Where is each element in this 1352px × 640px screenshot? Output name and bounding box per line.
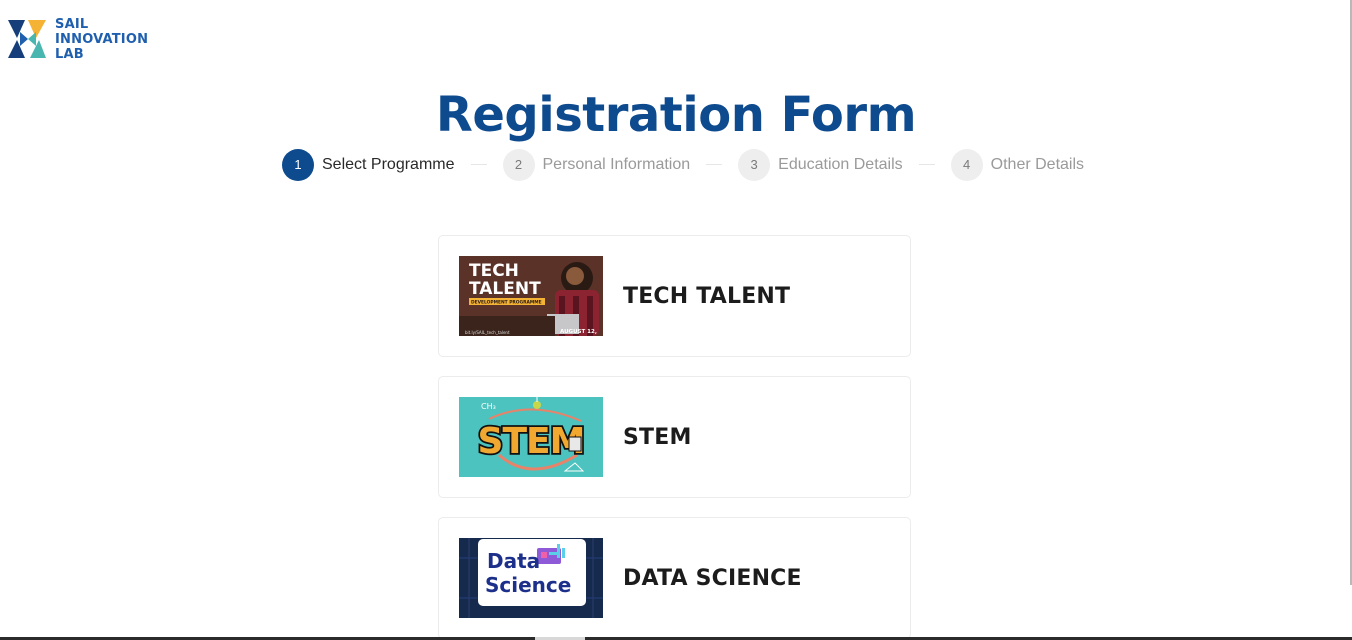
registration-stepper: 1 Select Programme 2 Personal Informatio…: [282, 148, 1084, 181]
step-connector: [918, 164, 935, 165]
step-other-details[interactable]: 4 Other Details: [950, 148, 1085, 181]
stem-image-word: STEM: [478, 421, 585, 462]
logo-line-3: LAB: [55, 47, 84, 62]
data-science-image-line-2: Science: [485, 573, 571, 597]
programme-title: TECH TALENT: [623, 283, 791, 309]
data-science-image-line-1: Data: [487, 549, 540, 573]
step-connector: [470, 164, 487, 165]
step-education-details[interactable]: 3 Education Details: [738, 148, 903, 181]
tech-talent-image-line-2: TALENT: [469, 279, 541, 299]
stem-thumbnail: CH₃ STEM: [459, 397, 603, 477]
step-label: Other Details: [990, 155, 1085, 173]
logo-text: SAIL INNOVATION LAB: [55, 17, 148, 62]
step-number: 2: [502, 148, 535, 181]
step-label: Personal Information: [542, 155, 691, 173]
step-connector: [706, 164, 723, 165]
step-personal-information[interactable]: 2 Personal Information: [502, 148, 691, 181]
data-science-thumbnail: Data Science: [459, 538, 603, 618]
programme-card-data-science[interactable]: Data Science DATA SCIENCE: [438, 517, 911, 639]
programme-list: TECH TALENT DEVELOPMENT PROGRAMME AUGUST…: [438, 235, 911, 640]
tech-talent-image-url: bit.ly/SAIL_tech_talent: [465, 330, 510, 335]
page-title: Registration Form: [435, 87, 917, 143]
sail-innovation-lab-logo[interactable]: SAIL INNOVATION LAB: [8, 17, 148, 62]
tech-talent-image-line-1: TECH: [469, 261, 519, 281]
programme-title: STEM: [623, 424, 692, 450]
programme-title: DATA SCIENCE: [623, 565, 802, 591]
logo-line-2: INNOVATION: [55, 32, 149, 47]
registration-page: SAIL INNOVATION LAB Registration Form 1 …: [0, 0, 1352, 640]
logo-line-1: SAIL: [55, 17, 89, 32]
tech-talent-thumbnail: TECH TALENT DEVELOPMENT PROGRAMME AUGUST…: [459, 256, 603, 336]
step-number: 3: [738, 148, 771, 181]
stem-image-note: CH₃: [481, 402, 496, 411]
step-number: 4: [950, 148, 983, 181]
step-select-programme[interactable]: 1 Select Programme: [282, 148, 455, 181]
tech-talent-image-banner: DEVELOPMENT PROGRAMME: [471, 300, 542, 306]
programme-card-tech-talent[interactable]: TECH TALENT DEVELOPMENT PROGRAMME AUGUST…: [438, 235, 911, 357]
sail-innovation-lab-logo-icon: [8, 20, 46, 58]
step-label: Education Details: [778, 155, 903, 173]
tech-talent-image-date: AUGUST 12,: [560, 329, 597, 335]
programme-card-stem[interactable]: CH₃ STEM STEM: [438, 376, 911, 498]
step-number: 1: [282, 148, 314, 181]
step-label: Select Programme: [322, 155, 455, 173]
